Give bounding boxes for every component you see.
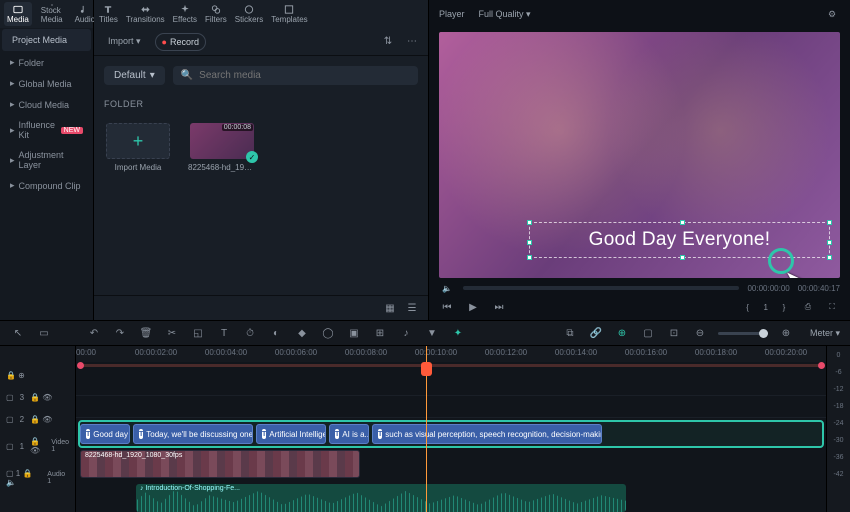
cut-icon[interactable]: ✂ [164, 325, 180, 341]
text-icon[interactable]: T [216, 325, 232, 341]
time-right: 00:00:40:17 [798, 284, 840, 293]
import-menu[interactable]: Import ▾ [102, 33, 147, 50]
mask-icon[interactable]: ◯ [320, 325, 336, 341]
sidebar-influence[interactable]: ▸ Influence KitNEW [0, 115, 93, 145]
video-track[interactable]: 8225468-hd_1920_1080_30fps [76, 450, 826, 482]
time-ruler[interactable]: 00:00 00:00:02:00 00:00:04:00 00:00:06:0… [76, 346, 826, 362]
sidebar-adjust[interactable]: ▸ Adjustment Layer [0, 145, 93, 175]
grid-view-icon[interactable]: ▦ [382, 300, 398, 316]
list-view-icon[interactable]: ☰ [404, 300, 420, 316]
caption-clip[interactable]: Good day ... [80, 424, 130, 444]
player-label: Player [439, 9, 465, 19]
vol-icon[interactable]: 🔈 [439, 280, 455, 296]
sidebar-cloud[interactable]: ▸ Cloud Media [0, 94, 93, 115]
undo-icon[interactable]: ↶ [86, 325, 102, 341]
ai-icon[interactable]: ✦ [450, 325, 466, 341]
fit-icon[interactable]: ⊡ [666, 325, 682, 341]
tab-media[interactable]: Media [4, 2, 32, 26]
audio-meter: 0-6-12-18-24-30-36-42 [826, 346, 850, 512]
cursor-icon: ➤ [784, 265, 806, 278]
settings-icon[interactable]: ⚙ [824, 6, 840, 22]
sort-icon[interactable]: ⇅ [380, 34, 396, 50]
magnet-icon[interactable]: ⧉ [562, 325, 578, 341]
playhead[interactable] [426, 346, 427, 512]
track-3[interactable] [76, 374, 826, 396]
tab-transitions[interactable]: Transitions [123, 2, 168, 26]
tab-filters[interactable]: Filters [202, 2, 230, 26]
new-badge: NEW [61, 127, 83, 134]
top-tabs-ext: Titles Transitions Effects Filters Stick… [94, 0, 428, 28]
sidebar-compound[interactable]: ▸ Compound Clip [0, 175, 93, 196]
top-tabs: Media Stock Media Audio [0, 0, 93, 28]
next-icon[interactable]: ⏭ [491, 299, 507, 315]
color-icon[interactable]: ◐ [268, 325, 284, 341]
caption-clip[interactable]: Artificial Intellige... [256, 424, 326, 444]
group-icon[interactable]: ⊞ [372, 325, 388, 341]
caption-clip[interactable]: Today, we'll be discussing one o... [133, 424, 253, 444]
range-bar[interactable] [80, 364, 822, 367]
pointer-icon[interactable]: ↖ [10, 325, 26, 341]
caption-clip[interactable]: AI is a... [329, 424, 369, 444]
select-icon[interactable]: ▭ [36, 325, 52, 341]
caption-text: Good Day Everyone! [542, 229, 817, 251]
zoom-out-icon[interactable]: ⊖ [692, 325, 708, 341]
tab-effects[interactable]: Effects [170, 2, 200, 26]
sidebar-header[interactable]: Project Media [2, 29, 91, 51]
timeline-toolbar: ↖ ▭ ↶ ↷ 🗑 ✂ ◱ T ⏱ ◐ ◆ ◯ ▣ ⊞ ♪ ▼ ✦ ⧉ 🔗 ⊕ … [0, 320, 850, 346]
lock-row[interactable]: 🔒 ⊕ [0, 364, 75, 386]
marker-icon[interactable]: ▼ [424, 325, 440, 341]
audio-1-head[interactable]: ▢ 1 🔒 🔈Audio 1 [0, 462, 75, 494]
record-button[interactable]: Record [155, 33, 206, 51]
snap-icon[interactable]: ⊕ [614, 325, 630, 341]
plus-icon: + [133, 131, 144, 152]
audio-track[interactable]: ♪ Introduction-Of-Shopping-Fe... [76, 484, 826, 512]
mark-out-icon[interactable]: } [776, 299, 792, 315]
mark-in-icon[interactable]: { [740, 299, 756, 315]
media-clip[interactable]: 00:00:08✓ 8225468-hd_1920_1... [188, 123, 256, 172]
tab-templates[interactable]: Templates [268, 2, 310, 26]
tab-stickers[interactable]: Stickers [232, 2, 266, 26]
import-card[interactable]: + Import Media [104, 123, 172, 172]
prev-icon[interactable]: ⏮ [439, 299, 455, 315]
default-select[interactable]: Default ▾ [104, 66, 165, 85]
track-3-head[interactable]: ▢ 3 🔒 👁 [0, 386, 75, 408]
redo-icon[interactable]: ↷ [112, 325, 128, 341]
preview-viewport[interactable]: Good Day Everyone! ➤ [439, 32, 840, 278]
link-icon[interactable]: 🔗 [588, 325, 604, 341]
track-2-head[interactable]: ▢ 2 🔒 👁 [0, 408, 75, 430]
keyframe-icon[interactable]: ◆ [294, 325, 310, 341]
tab-titles[interactable]: Titles [96, 2, 121, 26]
scrub-bar[interactable] [463, 286, 739, 290]
track-icon[interactable]: ▣ [346, 325, 362, 341]
audio-clip[interactable]: ♪ Introduction-Of-Shopping-Fe... [136, 484, 626, 512]
search-icon: 🔍 [181, 70, 193, 81]
crop-icon[interactable]: ◱ [190, 325, 206, 341]
more-icon[interactable]: ⋯ [404, 34, 420, 50]
section-folder: FOLDER [94, 95, 428, 113]
audio-icon[interactable]: ♪ [398, 325, 414, 341]
tab-stock[interactable]: Stock Media [38, 2, 66, 26]
zoom-slider[interactable] [718, 332, 768, 335]
zoom-in-icon[interactable]: ⊕ [778, 325, 794, 341]
check-icon: ✓ [246, 151, 258, 163]
time-left: 00:00:00:00 [747, 284, 789, 293]
sidebar-global[interactable]: ▸ Global Media [0, 73, 93, 94]
search-input[interactable]: 🔍 [173, 66, 418, 85]
clip-duration: 00:00:08 [222, 124, 253, 131]
caption-clip[interactable]: such as visual perception, speech recogn… [372, 424, 602, 444]
quality-select[interactable]: Full Quality ▾ [479, 9, 531, 20]
delete-icon[interactable]: 🗑 [138, 325, 154, 341]
track-1-head[interactable]: ▢ 1 🔒 👁Video 1 [0, 430, 75, 462]
snapshot-icon[interactable]: ⎙ [800, 299, 816, 315]
video-clip[interactable]: 8225468-hd_1920_1080_30fps [80, 450, 360, 478]
speed-icon[interactable]: ⏱ [242, 325, 258, 341]
track-2[interactable] [76, 396, 826, 418]
play-icon[interactable]: ▶ [465, 299, 481, 315]
meter-select[interactable]: Meter ▾ [810, 328, 840, 339]
marker2-icon[interactable]: ▢ [640, 325, 656, 341]
sidebar-folder[interactable]: ▸ Folder [0, 52, 93, 73]
caption-track[interactable]: Good day ... Today, we'll be discussing … [78, 420, 824, 448]
fullscreen-icon[interactable]: ⛶ [824, 299, 840, 315]
